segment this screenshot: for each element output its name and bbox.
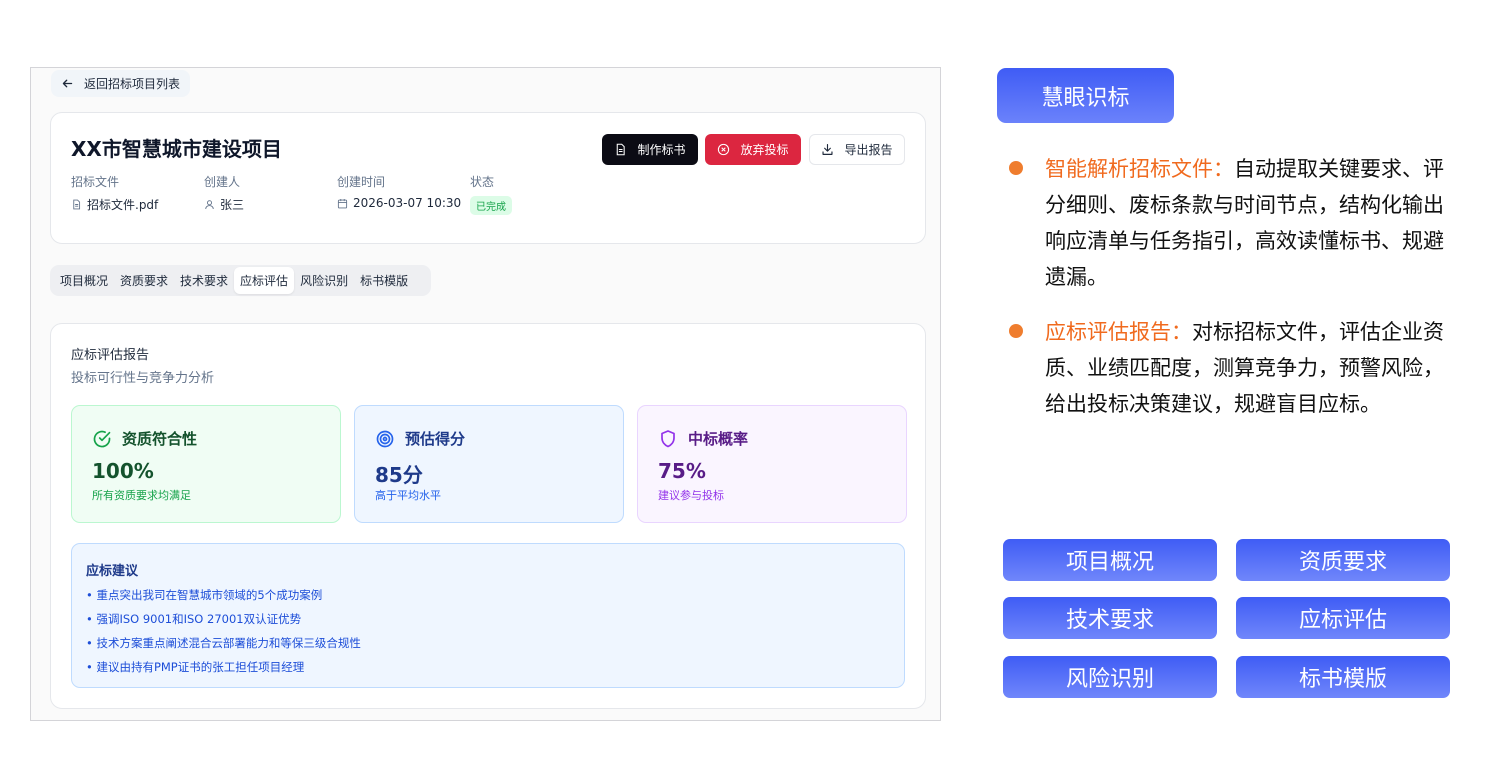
project-header-card: XX市智慧城市建设项目 招标文件 招标文件.pdf 创建人 张三 创建时间 20… [50,112,926,244]
meta-status-label: 状态 [470,175,495,189]
document-icon [617,143,626,156]
advice-item: • 建议由持有PMP证书的张工担任项目经理 [86,660,305,674]
meta-time-value: 2026-03-07 10:30 [353,196,462,210]
advice-title: 应标建议 [86,564,139,579]
tab-template[interactable]: 标书模版 [354,267,414,294]
meta-file-value[interactable]: 招标文件.pdf [87,196,158,213]
back-link-label: 返回招标项目列表 [84,77,181,91]
tab-bid-evaluation[interactable]: 应标评估 [234,267,295,294]
arrow-left-icon [62,79,73,88]
meta-file-label: 招标文件 [71,175,120,189]
tab-technical[interactable]: 技术要求 [174,267,234,294]
advice-item: • 强调ISO 9001和ISO 27001双认证优势 [86,612,302,626]
advice-item: • 技术方案重点阐述混合云部署能力和等保三级合规性 [86,636,361,650]
abandon-bid-button[interactable]: 放弃投标 [705,134,801,165]
back-to-list-link[interactable]: 返回招标项目列表 [51,70,191,97]
nav-button-overview[interactable]: 项目概况 [1003,539,1217,581]
evaluation-report-card: 应标评估报告 投标可行性与竞争力分析 资质符合性 100% 所有资质要求均满足 … [50,323,926,709]
stat-card-score: 预估得分 85分 高于平均水平 [354,405,624,523]
stat-value: 100% [92,459,154,483]
feature-text: 应标评估报告：对标招标文件，评估企业资质、业绩匹配度，测算竞争力，预警风险，给出… [1045,314,1459,422]
nav-button-risk[interactable]: 风险识别 [1003,656,1217,698]
download-icon [822,144,834,155]
tab-qualification[interactable]: 资质要求 [114,267,174,294]
meta-status: 状态 已完成 [470,173,512,215]
stat-description: 建议参与投标 [658,489,724,502]
stat-description: 高于平均水平 [375,489,441,502]
stat-title: 资质符合性 [122,430,198,448]
file-icon [73,199,81,210]
feature-text: 智能解析招标文件：自动提取关键要求、评分细则、废标条款与时间节点，结构化输出响应… [1045,151,1459,295]
stat-card-win-rate: 中标概率 75% 建议参与投标 [637,405,907,523]
project-title: XX市智慧城市建设项目 [71,137,282,161]
abandon-bid-label: 放弃投标 [740,143,789,157]
status-badge: 已完成 [470,196,512,215]
meta-creator-label: 创建人 [204,175,241,189]
bid-advice-box: 应标建议 • 重点突出我司在智慧城市领域的5个成功案例 • 强调ISO 9001… [71,543,905,688]
feature-item-evaluation: 应标评估报告：对标招标文件，评估企业资质、业绩匹配度，测算竞争力，预警风险，给出… [1009,314,1459,464]
stat-value: 75% [658,459,706,483]
x-circle-icon [718,143,730,156]
advice-list: • 重点突出我司在智慧城市领域的5个成功案例 • 强调ISO 9001和ISO … [86,586,361,682]
export-report-button[interactable]: 导出报告 [809,134,905,165]
feature-item-parse: 智能解析招标文件：自动提取关键要求、评分细则、废标条款与时间节点，结构化输出响应… [1009,151,1459,301]
stat-description: 所有资质要求均满足 [92,489,191,502]
nav-button-template[interactable]: 标书模版 [1236,656,1450,698]
tab-risk[interactable]: 风险识别 [294,267,354,294]
app-screenshot-frame: 返回招标项目列表 XX市智慧城市建设项目 招标文件 招标文件.pdf 创建人 张… [30,67,941,721]
meta-creator: 创建人 张三 [204,173,244,213]
meta-time: 创建时间 2026-03-07 10:30 [337,173,461,210]
meta-file: 招标文件 招标文件.pdf [71,173,158,213]
target-icon [376,430,394,447]
export-report-label: 导出报告 [844,143,893,157]
report-subtitle: 投标可行性与竞争力分析 [71,371,215,386]
bullet-dot [1009,161,1023,175]
report-title: 应标评估报告 [71,348,150,363]
tab-overview[interactable]: 项目概况 [54,267,114,294]
calendar-icon [337,198,348,208]
stat-card-qualification: 资质符合性 100% 所有资质要求均满足 [71,405,341,523]
feature-highlight: 应标评估报告： [1045,320,1192,344]
meta-creator-value: 张三 [220,198,245,212]
nav-button-qualification[interactable]: 资质要求 [1236,539,1450,581]
feature-highlight: 智能解析招标文件： [1045,157,1234,181]
shield-icon [661,429,675,447]
user-icon [205,200,214,210]
bullet-dot [1009,324,1023,338]
make-bid-button[interactable]: 制作标书 [602,134,698,165]
make-bid-label: 制作标书 [637,143,686,157]
meta-time-label: 创建时间 [337,175,386,189]
nav-button-technical[interactable]: 技术要求 [1003,597,1217,639]
check-circle-icon [93,430,111,447]
stat-value: 85分 [375,463,423,487]
nav-button-bid-evaluation[interactable]: 应标评估 [1236,597,1450,639]
stat-title: 预估得分 [405,430,466,448]
brand-badge: 慧眼识标 [997,68,1174,123]
project-tabs: 项目概况 资质要求 技术要求 应标评估 风险识别 标书模版 [50,265,431,296]
stat-title: 中标概率 [688,430,749,448]
advice-item: • 重点突出我司在智慧城市领域的5个成功案例 [86,588,323,602]
